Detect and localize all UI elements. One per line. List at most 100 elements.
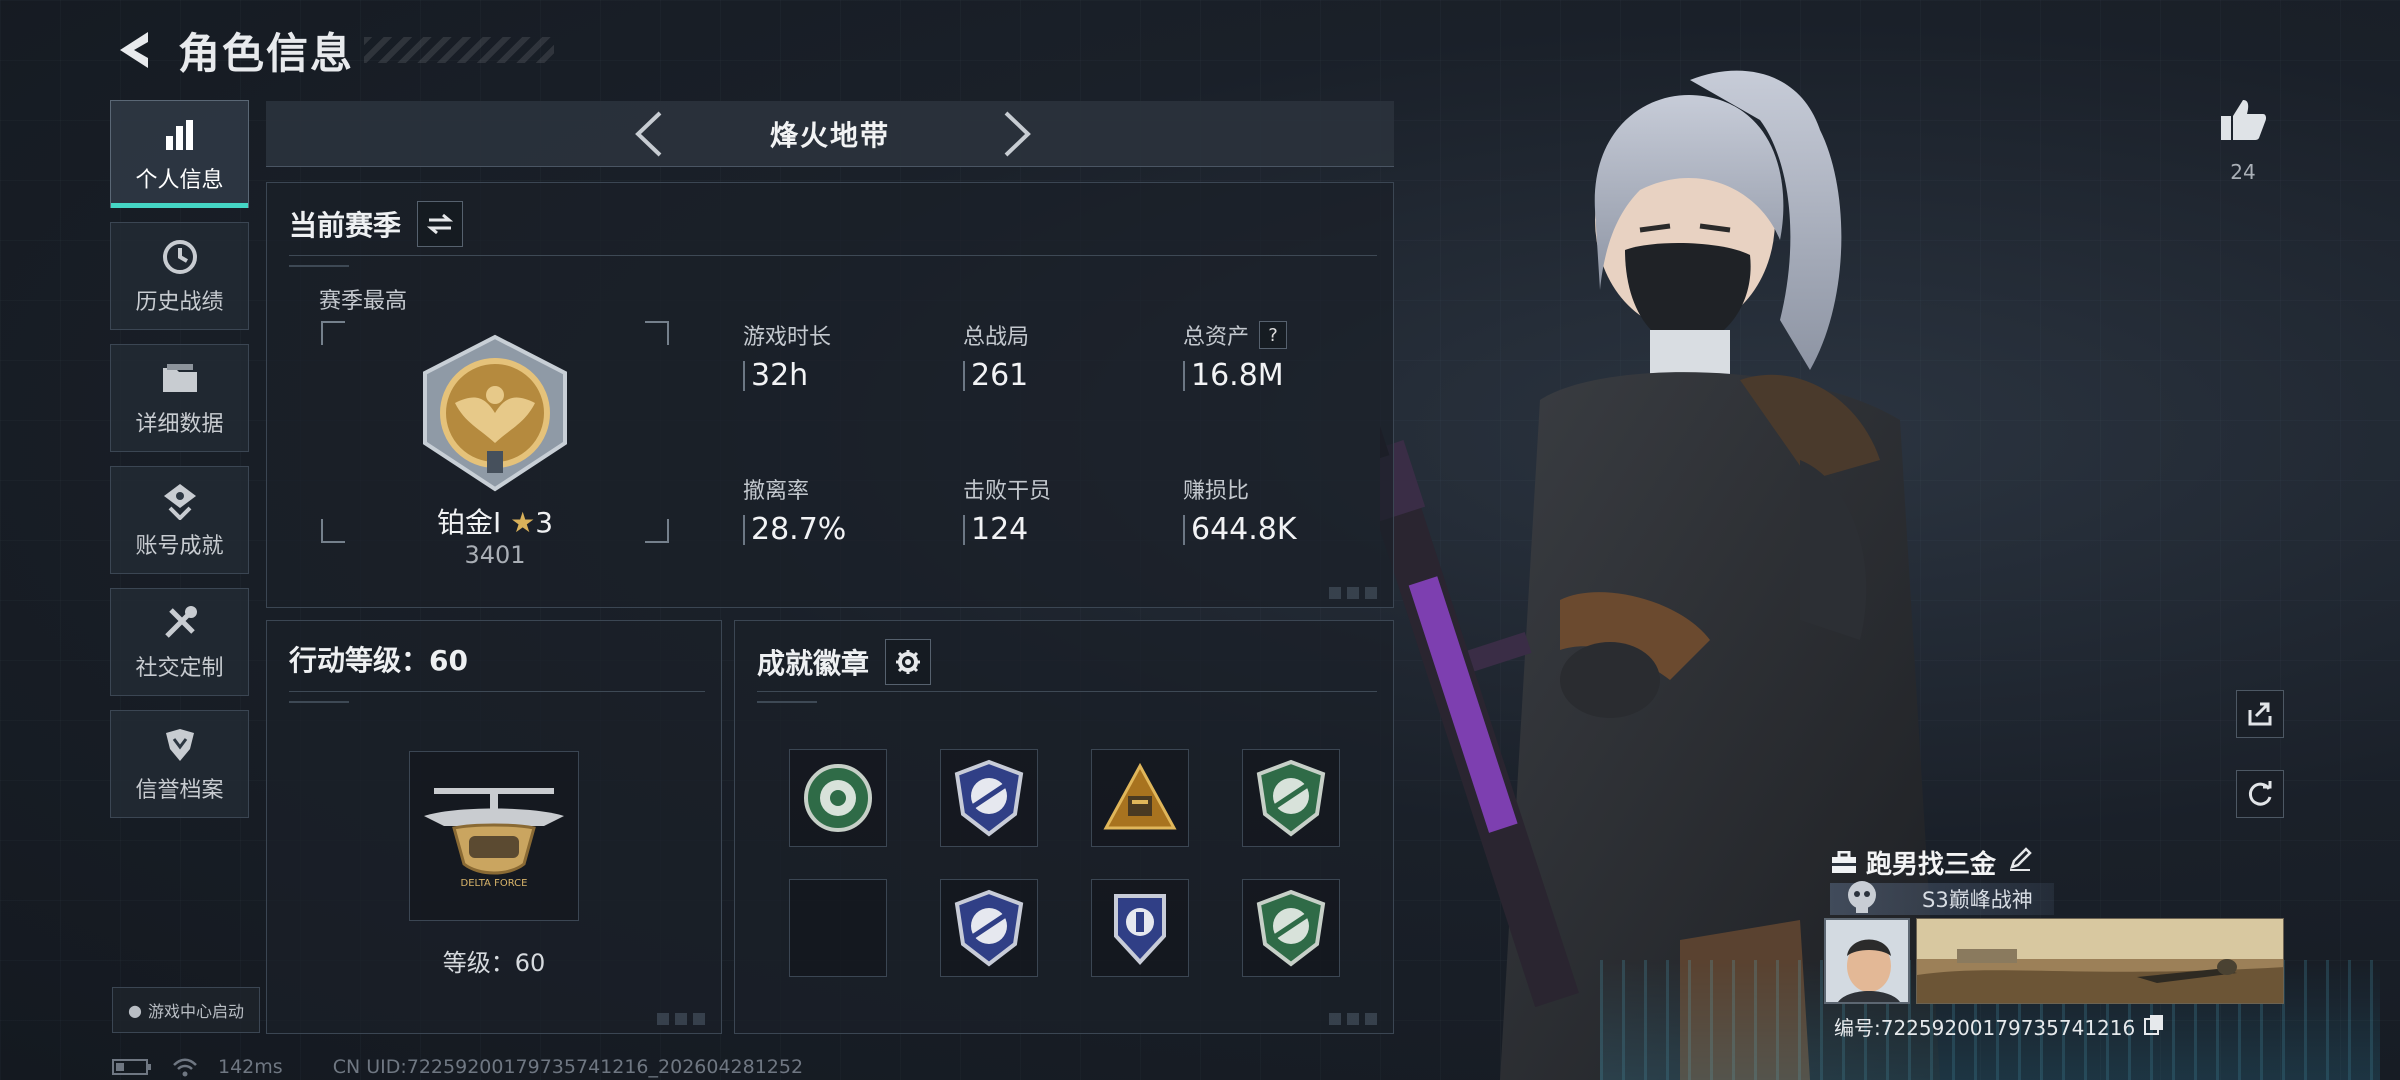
rank-stars: 3	[535, 506, 554, 539]
platinum-rank-emblem-icon	[423, 334, 567, 492]
thumbs-up-icon	[2221, 100, 2267, 140]
badge-slot-8[interactable]	[1242, 879, 1340, 977]
pencil-icon	[2010, 847, 2032, 871]
refresh-button[interactable]	[2236, 770, 2284, 818]
player-title-text: S3巅峰战神	[1922, 888, 2033, 912]
battery-icon	[112, 1058, 152, 1076]
back-arrow-icon	[120, 32, 148, 68]
copy-icon	[2144, 1015, 2164, 1035]
help-button[interactable]: ?	[1259, 321, 1288, 349]
battle-scene-banner	[1917, 919, 2283, 1003]
title-decoration	[364, 37, 555, 63]
share-icon	[2248, 702, 2272, 726]
briefcase-icon	[1832, 850, 1856, 873]
corner-decoration	[1329, 1013, 1383, 1025]
bar-chart-icon	[158, 114, 202, 156]
badge-slot-2[interactable]	[940, 749, 1038, 847]
player-id-line: 编号:7225920017973574121​6	[1834, 1012, 2165, 1041]
like-button[interactable]	[2218, 98, 2268, 146]
edit-name-button[interactable]	[2008, 847, 2032, 878]
mode-prev-button[interactable]	[624, 109, 674, 159]
badges-panel-title: 成就徽章	[757, 639, 932, 685]
level-badge[interactable]: DELTA FORCE	[409, 751, 579, 921]
season-switch-button[interactable]	[417, 201, 464, 247]
achievement-badges-panel: 成就徽章	[734, 620, 1394, 1034]
sidebar-item-history[interactable]: 历史战绩	[110, 222, 249, 330]
panel-divider	[289, 255, 1377, 267]
level-panel-title: 行动等级：60	[289, 644, 468, 677]
player-banner[interactable]	[1916, 918, 2284, 1004]
delta-force-helicopter-badge-icon: DELTA FORCE	[424, 788, 564, 889]
avatar-portrait	[1826, 920, 1908, 1002]
achievement-icon	[158, 480, 202, 522]
avatar[interactable]	[1824, 918, 1910, 1004]
current-season-panel: 当前赛季 赛季最高 铂金I ★3 3401 游戏时长 32h 总战局 261 总…	[266, 182, 1394, 608]
gear-icon	[896, 650, 921, 674]
sidebar-item-label: 历史战绩	[135, 290, 224, 315]
badge-slot-5-empty[interactable]	[789, 879, 887, 977]
player-name-text: 跑男找三金	[1866, 850, 1997, 880]
sidebar-item-detailed-data[interactable]: 详细数据	[110, 344, 249, 452]
level-caption: 等级：60	[442, 949, 546, 977]
sidebar-item-label: 个人信息	[135, 168, 224, 193]
mode-next-button[interactable]	[992, 109, 1042, 159]
tools-icon	[158, 602, 202, 644]
sidebar-item-personal-info[interactable]: 个人信息	[110, 100, 249, 208]
badge-slot-3[interactable]	[1091, 749, 1189, 847]
sidebar-item-label: 社交定制	[135, 656, 224, 681]
rank-score: 3401	[464, 541, 526, 569]
player-name: 跑男找三金	[1830, 844, 2032, 881]
stat-value: 261	[963, 361, 1029, 391]
badge-settings-button[interactable]	[885, 639, 932, 685]
status-bar: 142ms CN UID:7225920017973574121​6_20260…	[112, 1056, 823, 1078]
rank-tier: 铂金I	[436, 506, 502, 539]
stat-label: 赚损比	[1183, 479, 1250, 504]
blue-rifle-badge-icon	[954, 889, 1024, 967]
player-id-text: 编号:7225920017973574121​6	[1834, 1016, 2136, 1040]
ping-value: 142ms	[218, 1056, 283, 1078]
badge-slot-6[interactable]	[940, 879, 1038, 977]
star-icon: ★	[510, 506, 536, 539]
stat-profit-ratio: 赚损比 644.8K	[1183, 473, 1297, 545]
back-button[interactable]	[112, 25, 156, 75]
gold-triangle-badge-icon	[1103, 762, 1177, 830]
badge-slot-7[interactable]	[1091, 879, 1189, 977]
stat-value: 124	[963, 515, 1051, 545]
mode-title: 烽火地带	[769, 118, 890, 152]
wifi-icon	[172, 1057, 198, 1077]
sidebar-item-social-custom[interactable]: 社交定制	[110, 588, 249, 696]
player-title-badge[interactable]: S3巅峰战神	[1830, 881, 2054, 915]
stat-label: 撤离率	[743, 479, 810, 504]
stat-label: 总战局	[963, 325, 1030, 350]
like-count: 24	[2230, 160, 2256, 184]
corner-decoration	[1329, 587, 1383, 599]
stat-label: 总资产	[1183, 325, 1250, 350]
stat-label: 游戏时长	[743, 325, 832, 350]
stat-total-matches: 总战局 261	[963, 319, 1029, 391]
stat-value: 28.7%	[743, 515, 846, 545]
badge-slot-1[interactable]	[789, 749, 887, 847]
page-header: 角色信息	[112, 22, 555, 78]
badge-slot-4[interactable]	[1242, 749, 1340, 847]
badge-lettering: DELTA FORCE	[461, 878, 528, 889]
blue-shield-badge-icon	[1114, 894, 1166, 965]
sidebar-item-achievements[interactable]: 账号成就	[110, 466, 249, 574]
season-best-label: 赛季最高	[319, 289, 408, 314]
season-panel-title: 当前赛季	[289, 201, 464, 247]
clock-icon	[158, 236, 202, 278]
stat-label: 击败干员	[963, 479, 1052, 504]
stat-value: 32h	[743, 361, 831, 391]
share-button[interactable]	[2236, 690, 2284, 738]
launch-label: 游戏中心启动	[147, 1002, 244, 1021]
badges-title-text: 成就徽章	[757, 647, 870, 680]
panel-divider	[757, 691, 1377, 703]
green-rifle-badge-icon	[1256, 759, 1326, 837]
chevron-right-icon	[1004, 111, 1031, 157]
game-center-launch-button[interactable]: ● 游戏中心启动	[112, 987, 260, 1033]
copy-id-button[interactable]	[2143, 1013, 2165, 1040]
stat-operators-defeated: 击败干员 124	[963, 473, 1051, 545]
skull-emblem-icon	[1848, 881, 1876, 913]
sidebar-item-credit-record[interactable]: 信誉档案	[110, 710, 249, 818]
chevron-left-icon	[635, 111, 662, 157]
action-level-panel: 行动等级：60 DELTA FORCE 等级：60	[266, 620, 722, 1034]
